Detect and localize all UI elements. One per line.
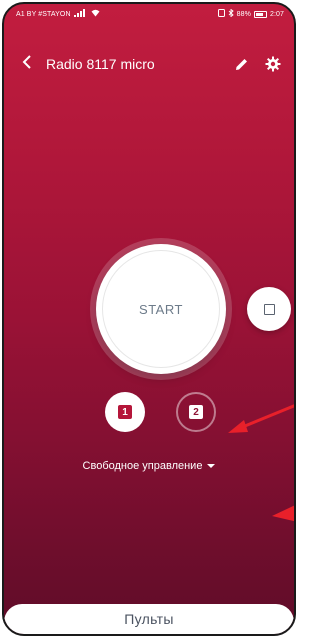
back-arrow-icon[interactable] (22, 55, 38, 73)
start-label: START (139, 301, 183, 317)
stop-button[interactable] (247, 287, 291, 331)
annotation-arrow-upper (228, 404, 294, 433)
battery-icon (253, 10, 267, 18)
battery-percent: 88% (236, 10, 251, 18)
app-header: Radio 8117 micro (4, 50, 294, 78)
carrier-name: A1 BY #STAYON (16, 10, 71, 18)
control-mode-dropdown[interactable]: Свободное управление (4, 460, 294, 472)
bluetooth-icon (228, 8, 234, 19)
channel-2-button[interactable]: 2 (176, 392, 216, 432)
status-right: 88% 2:07 (217, 8, 284, 19)
bottom-sheet-remotes[interactable]: Пульты (4, 604, 294, 634)
start-button[interactable]: START (96, 244, 226, 374)
page-title: Radio 8117 micro (46, 56, 155, 72)
status-bar: A1 BY #STAYON 88% 2:07 (4, 4, 294, 24)
channel-1-button[interactable]: 1 (105, 392, 145, 432)
dropdown-caret-icon (207, 464, 216, 469)
signal-icon (73, 9, 88, 19)
control-mode-label: Свободное управление (82, 460, 203, 472)
clock: 2:07 (269, 10, 284, 18)
gear-icon[interactable] (262, 53, 284, 75)
channel-2-label: 2 (189, 405, 203, 419)
status-left: A1 BY #STAYON (16, 9, 100, 19)
nfc-icon (217, 9, 225, 19)
channel-1-label: 1 (118, 405, 132, 419)
phone-screen: A1 BY #STAYON 88% 2:07 Radio 8117 micro (2, 2, 296, 636)
annotation-arrow-lower (272, 505, 294, 522)
edit-pencil-icon[interactable] (230, 53, 252, 75)
stop-icon (263, 303, 275, 315)
wifi-icon (91, 9, 100, 19)
bottom-sheet-label: Пульты (124, 611, 174, 627)
